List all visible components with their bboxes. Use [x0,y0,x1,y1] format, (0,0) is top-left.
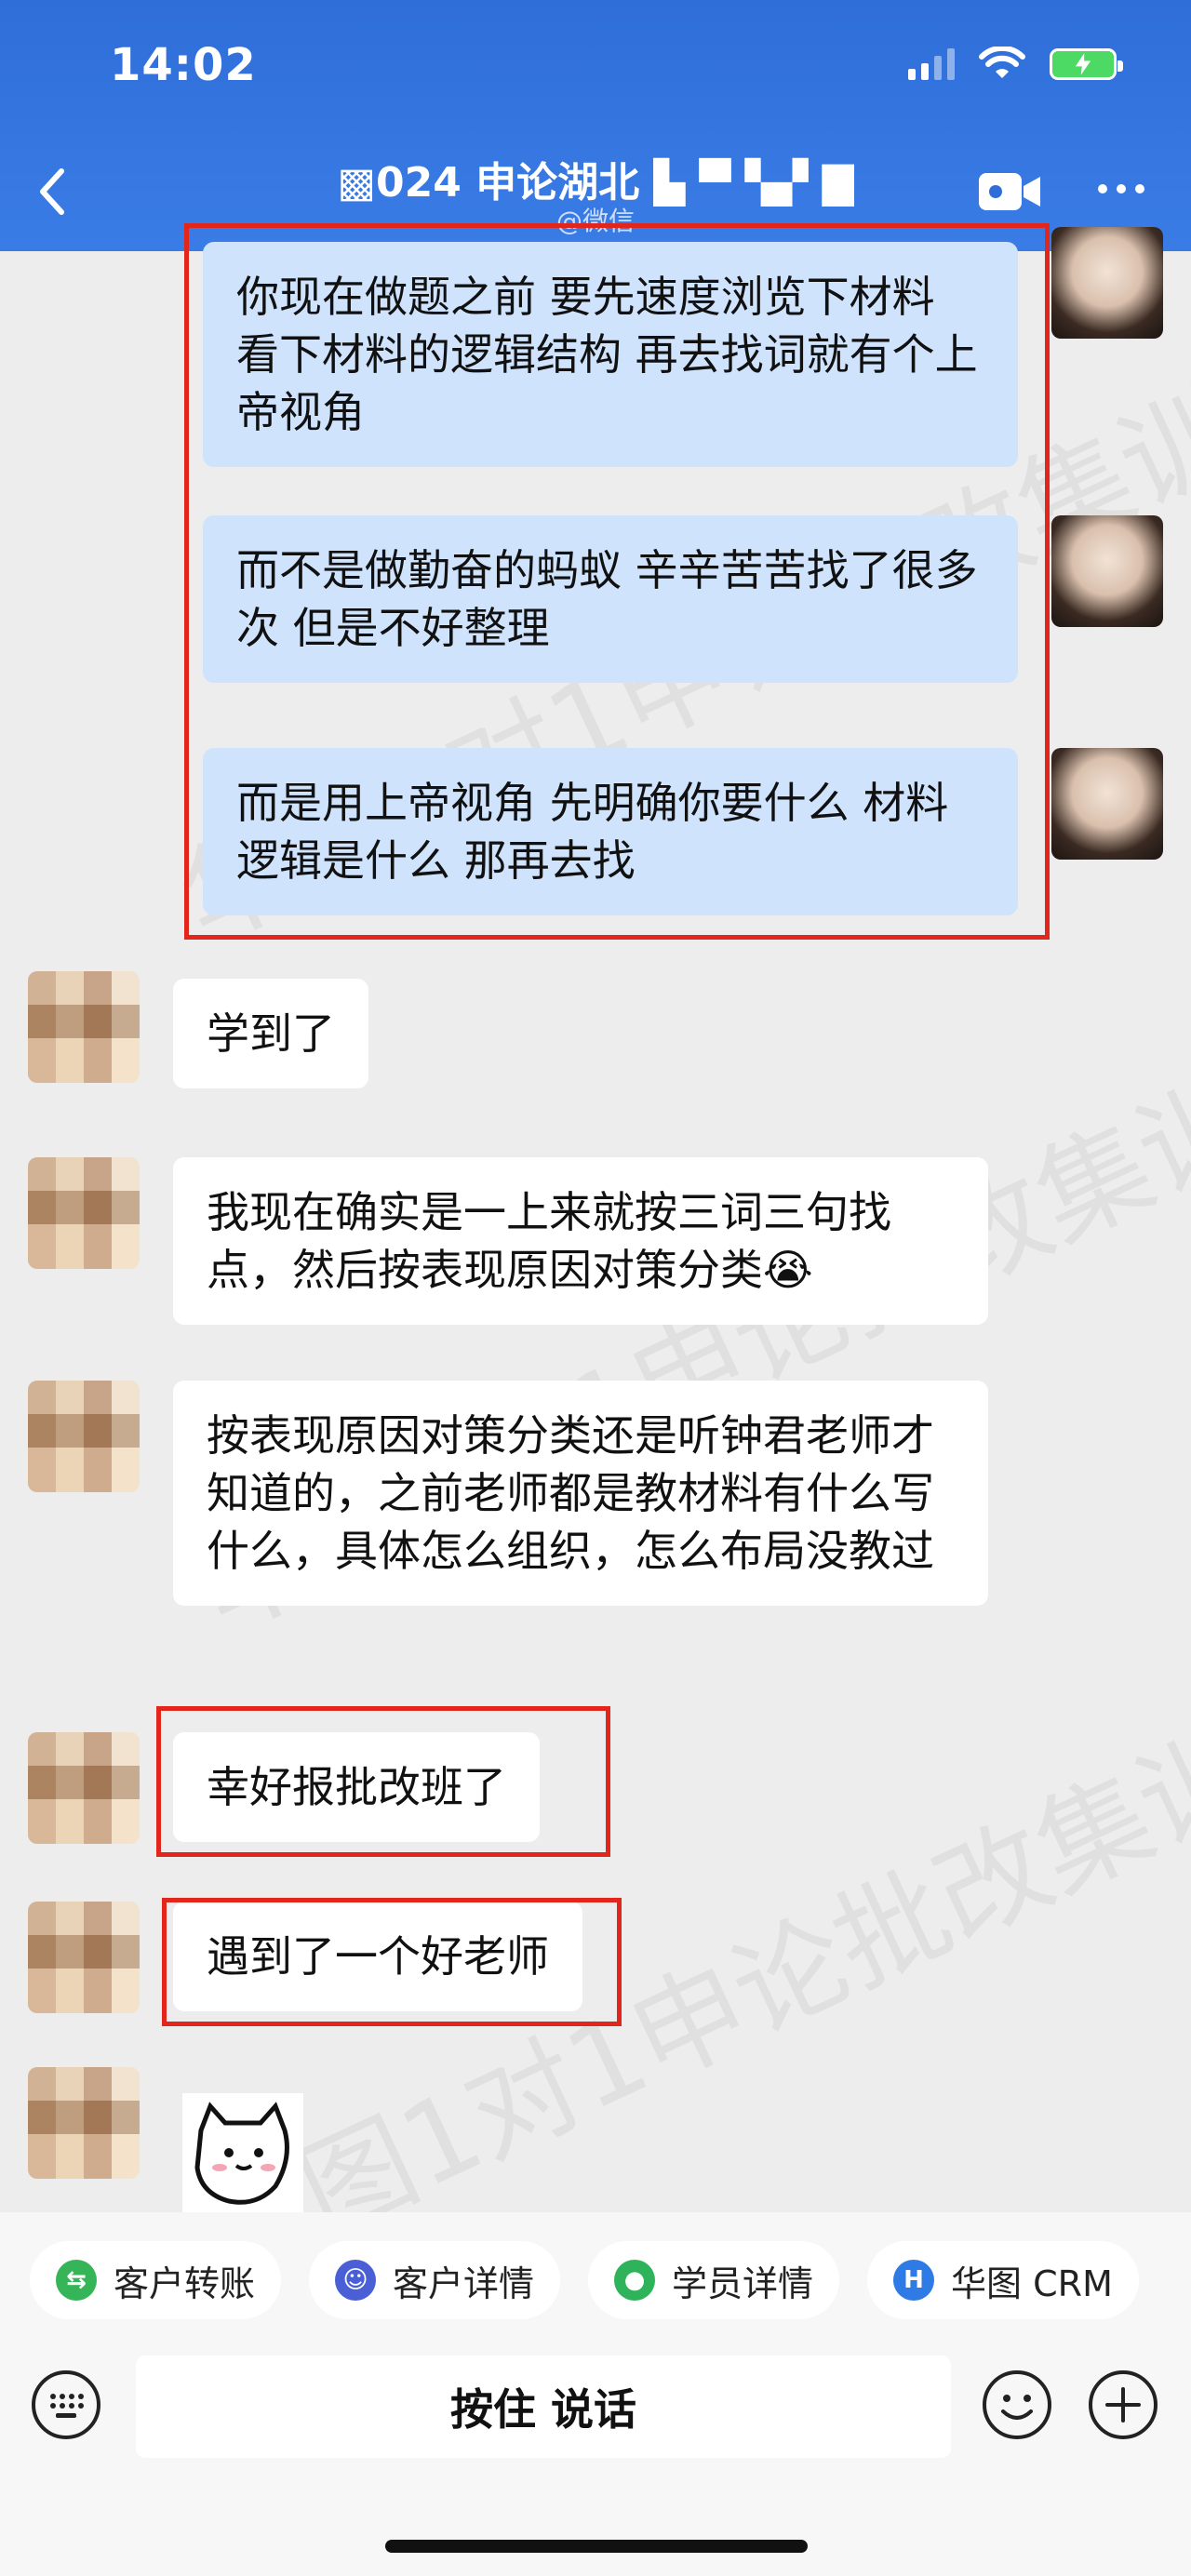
student-avatar[interactable] [28,971,140,1083]
status-time: 14:02 [110,39,257,91]
signal-icon [908,48,955,80]
student-avatar[interactable] [28,1381,140,1492]
highlight-box [184,223,1050,940]
home-indicator [385,2540,808,2553]
battery-icon [1050,48,1123,80]
highlight-box [162,1898,622,2026]
cat-sticker-icon[interactable] [182,2093,303,2214]
chat-header: 14:02 ▩024 申论湖北 ▙ ▀ ▚▞ ▇ @微信 [0,0,1191,251]
add-icon[interactable] [1087,2369,1159,2441]
quick-actions-bar: ⇆ 客户转账 ☺ 客户详情 ● 学员详情 H 华图 CRM [0,2212,1191,2348]
more-options-icon[interactable] [1098,184,1144,194]
message-bubble-incoming: 我现在确实是一上来就按三词三句找点，然后按表现原因对策分类😭 [173,1157,988,1325]
message-bubble-incoming: 按表现原因对策分类还是听钟君老师才知道的，之前老师都是教材料有什么写什么，具体怎… [173,1381,988,1606]
student-avatar[interactable] [28,1732,140,1844]
shortcut-label: 学员详情 [672,2262,814,2304]
shortcut-customer-transfer[interactable]: ⇆ 客户转账 [30,2241,282,2319]
shortcut-customer-detail[interactable]: ☺ 客户详情 [309,2241,561,2319]
video-call-icon[interactable] [977,169,1042,214]
crm-icon: H [893,2260,935,2301]
shortcut-label: 华图 CRM [951,2262,1113,2304]
keyboard-icon[interactable] [30,2369,102,2441]
shortcut-crm[interactable]: H 华图 CRM [867,2241,1139,2319]
input-bar: 按住 说话 [0,2348,1191,2576]
shortcut-label: 客户转账 [114,2262,256,2304]
student-icon: ● [614,2260,656,2301]
shortcut-label: 客户详情 [393,2262,535,2304]
emoji-icon[interactable] [981,2369,1053,2441]
student-avatar[interactable] [28,1902,140,2013]
agent-avatar[interactable] [1051,515,1163,627]
status-icons [908,47,1123,82]
transfer-icon: ⇆ [56,2260,97,2301]
hold-to-talk-button[interactable]: 按住 说话 [136,2356,951,2458]
wifi-icon [979,47,1025,78]
agent-avatar[interactable] [1051,748,1163,860]
message-bubble-incoming: 学到了 [173,979,368,1088]
highlight-box [156,1706,610,1857]
student-avatar[interactable] [28,1157,140,1269]
shortcut-student-detail[interactable]: ● 学员详情 [588,2241,840,2319]
customer-detail-icon: ☺ [335,2260,377,2301]
agent-avatar[interactable] [1051,227,1163,339]
student-avatar[interactable] [28,2067,140,2179]
